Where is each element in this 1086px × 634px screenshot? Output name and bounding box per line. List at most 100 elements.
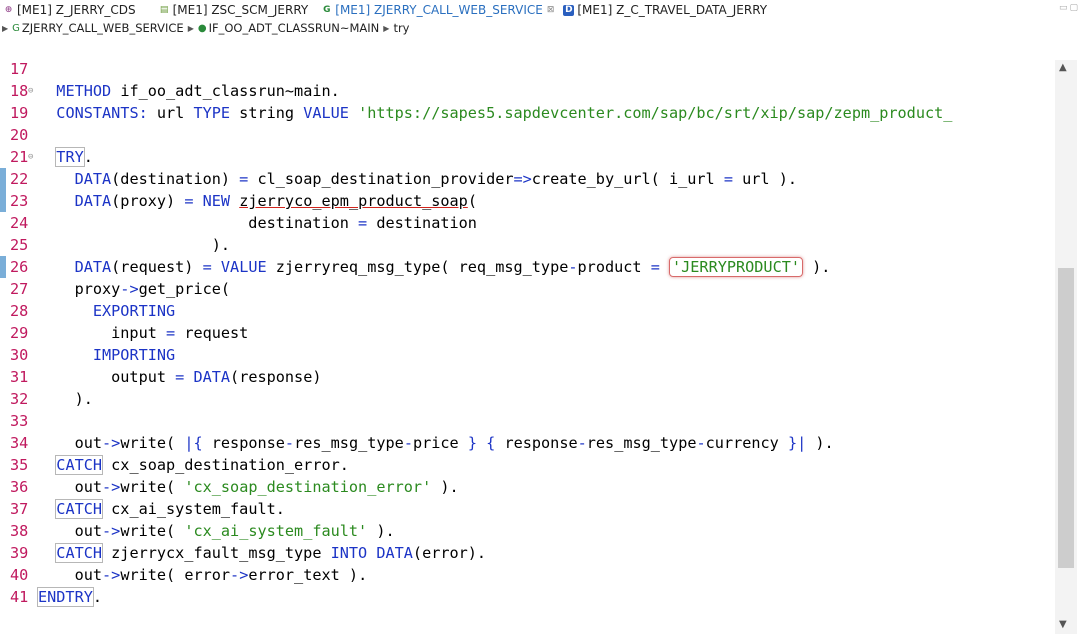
code-line: 17	[0, 58, 1068, 80]
tab-zjerry-call-web-service[interactable]: G [ME1] ZJERRY_CALL_WEB_SERVICE ⊠	[318, 0, 560, 20]
code-text[interactable]: EXPORTING	[38, 300, 175, 322]
code-text[interactable]: ENDTRY.	[37, 586, 102, 608]
line-number: 23	[10, 192, 29, 210]
code-line: 36 out->write( 'cx_soap_destination_erro…	[0, 476, 1068, 498]
breadcrumb-class[interactable]: G ZJERRY_CALL_WEB_SERVICE	[12, 21, 184, 35]
code-text[interactable]: input = request	[38, 322, 248, 344]
data-definition-icon: D	[563, 4, 575, 16]
cds-icon: ⊕	[4, 4, 13, 15]
code-text[interactable]: ).	[38, 388, 93, 410]
line-number: 36	[10, 478, 29, 496]
line-number: 19	[10, 104, 29, 122]
code-line: 29 input = request	[0, 322, 1068, 344]
code-text[interactable]: destination = destination	[38, 212, 477, 234]
code-text[interactable]: TRY.	[38, 146, 93, 168]
tab-label: [ME1] ZJERRY_CALL_WEB_SERVICE	[335, 3, 543, 17]
code-line: 37 CATCH cx_ai_system_fault.	[0, 498, 1068, 520]
line-number: 35	[10, 456, 29, 474]
code-line: 30 IMPORTING	[0, 344, 1068, 366]
code-line: 20	[0, 124, 1068, 146]
chevron-down-icon[interactable]: ▼	[1059, 619, 1067, 630]
line-number: 28	[10, 302, 29, 320]
code-line: 34 out->write( |{ response-res_msg_type-…	[0, 432, 1068, 454]
class-icon: G	[323, 4, 331, 15]
code-line: 21 ⊖ TRY.	[0, 146, 1068, 168]
code-text[interactable]: out->write( error->error_text ).	[38, 564, 368, 586]
code-line: 32 ).	[0, 388, 1068, 410]
scrollbar-thumb[interactable]	[1058, 268, 1074, 568]
method-icon: ●	[197, 22, 207, 34]
line-number: 24	[10, 214, 29, 232]
change-marker	[0, 256, 6, 278]
tab-label: [ME1] Z_JERRY_CDS	[17, 3, 136, 17]
change-marker	[0, 190, 6, 212]
code-text[interactable]: out->write( 'cx_soap_destination_error' …	[38, 476, 459, 498]
line-number: 30	[10, 346, 29, 364]
code-line: 22 DATA(destination) = cl_soap_destinati…	[0, 168, 1068, 190]
line-number: 32	[10, 390, 29, 408]
code-text[interactable]: IMPORTING	[38, 344, 175, 366]
fold-icon[interactable]: ⊖	[28, 146, 33, 168]
line-number: 22	[10, 170, 29, 188]
breadcrumb-block[interactable]: try	[393, 21, 409, 35]
code-text[interactable]: proxy->get_price(	[38, 278, 230, 300]
code-line: 38 out->write( 'cx_ai_system_fault' ).	[0, 520, 1068, 542]
breadcrumb-method[interactable]: ● IF_OO_ADT_CLASSRUN~MAIN	[198, 21, 379, 35]
code-line: 31 output = DATA(response)	[0, 366, 1068, 388]
code-line: 25 ).	[0, 234, 1068, 256]
tab-zsc-scm-jerry[interactable]: ▤ [ME1] ZSC_SCM_JERRY	[156, 0, 315, 20]
line-number: 17	[10, 60, 29, 78]
class-icon: G	[12, 22, 20, 34]
change-marker	[0, 168, 6, 190]
line-number: 41	[10, 588, 29, 606]
tab-z-c-travel-data-jerry[interactable]: D [ME1] Z_C_TRAVEL_DATA_JERRY	[560, 0, 773, 20]
code-text[interactable]: DATA(destination) = cl_soap_destination_…	[38, 168, 797, 190]
code-editor[interactable]: 17 18 ⊖ METHOD if_oo_adt_classrun~main. …	[0, 36, 1068, 634]
line-number: 20	[10, 126, 29, 144]
tab-z-jerry-cds[interactable]: ⊕ [ME1] Z_JERRY_CDS	[0, 0, 142, 20]
code-text[interactable]: output = DATA(response)	[38, 366, 321, 388]
code-line: 26 DATA(request) = VALUE zjerryreq_msg_t…	[0, 256, 1068, 278]
line-number: 26	[10, 258, 29, 276]
line-number: 37	[10, 500, 29, 518]
line-number: 39	[10, 544, 29, 562]
code-text[interactable]: METHOD if_oo_adt_classrun~main.	[38, 80, 339, 102]
code-text[interactable]: CATCH cx_soap_destination_error.	[38, 454, 349, 476]
line-number: 40	[10, 566, 29, 584]
code-line: 41 ENDTRY.	[0, 586, 1068, 608]
chevron-right-icon: ▶	[187, 23, 194, 33]
tab-label: [ME1] ZSC_SCM_JERRY	[172, 3, 309, 17]
code-line: 19 CONSTANTS: url TYPE string VALUE 'htt…	[0, 102, 1068, 124]
highlighted-string[interactable]: 'JERRYPRODUCT'	[669, 257, 804, 277]
program-icon: ▤	[159, 4, 169, 15]
code-line: 23 DATA(proxy) = NEW zjerryco_epm_produc…	[0, 190, 1068, 212]
code-text[interactable]: ).	[38, 234, 230, 256]
vertical-scrollbar[interactable]: ▲ ▼	[1055, 60, 1077, 634]
code-text[interactable]: out->write( 'cx_ai_system_fault' ).	[38, 520, 395, 542]
chevron-right-icon: ▶	[383, 23, 390, 33]
line-number: 33	[10, 412, 29, 430]
code-text[interactable]: CATCH cx_ai_system_fault.	[38, 498, 285, 520]
fold-icon[interactable]: ⊖	[28, 80, 33, 102]
chevron-right-icon[interactable]: ▶	[2, 24, 8, 33]
line-number: 34	[10, 434, 29, 452]
code-text[interactable]: DATA(request) = VALUE zjerryreq_msg_type…	[38, 256, 830, 278]
line-number: 27	[10, 280, 29, 298]
code-text[interactable]: CATCH zjerrycx_fault_msg_type INTO DATA(…	[38, 542, 486, 564]
code-line: 33	[0, 410, 1068, 432]
minimize-maximize-icon[interactable]: ▭▢	[1059, 3, 1080, 13]
code-line: 35 CATCH cx_soap_destination_error.	[0, 454, 1068, 476]
breadcrumb: ▶ G ZJERRY_CALL_WEB_SERVICE ▶ ● IF_OO_AD…	[0, 20, 1086, 36]
editor-tab-bar: ⊕ [ME1] Z_JERRY_CDS ▤ [ME1] ZSC_SCM_JERR…	[0, 0, 1086, 20]
code-text[interactable]: DATA(proxy) = NEW zjerryco_epm_product_s…	[38, 190, 477, 212]
line-number: 31	[10, 368, 29, 386]
chevron-up-icon[interactable]: ▲	[1059, 62, 1067, 73]
close-icon[interactable]: ⊠	[547, 5, 555, 15]
line-number: 29	[10, 324, 29, 342]
line-number: 25	[10, 236, 29, 254]
line-number: 18	[10, 82, 29, 100]
code-line: 28 EXPORTING	[0, 300, 1068, 322]
line-number: 21	[10, 148, 29, 166]
code-text[interactable]: CONSTANTS: url TYPE string VALUE 'https:…	[38, 102, 952, 124]
code-text[interactable]: out->write( |{ response-res_msg_type-pri…	[38, 432, 834, 454]
